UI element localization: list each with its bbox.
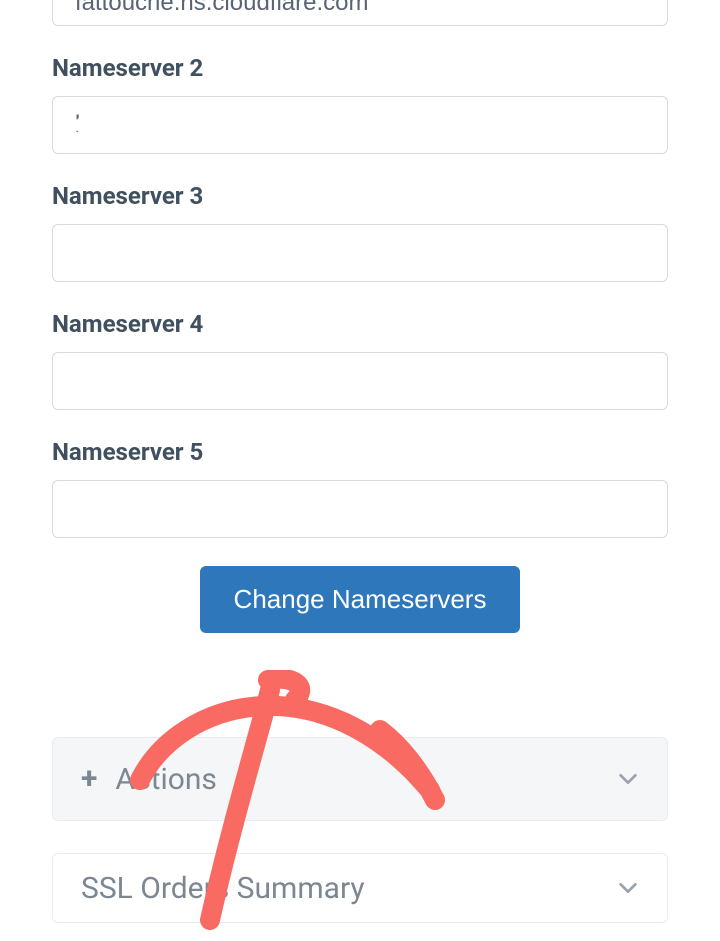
nameserver-5-label: Nameserver 5 (52, 438, 668, 466)
ssl-orders-panel-header[interactable]: SSL Orders Summary (53, 854, 667, 922)
plus-icon: + (81, 764, 97, 794)
ssl-orders-panel-title: SSL Orders Summary (81, 871, 617, 906)
nameserver-5-input[interactable] (52, 480, 668, 538)
nameserver-1-input[interactable] (52, 0, 668, 26)
nameserver-3-input[interactable] (52, 224, 668, 282)
nameserver-1-group (52, 0, 668, 26)
chevron-down-icon (617, 768, 639, 790)
nameserver-4-group: Nameserver 4 (52, 310, 668, 410)
nameserver-4-input[interactable] (52, 352, 668, 410)
actions-panel-header[interactable]: + Actions (53, 738, 667, 820)
nameserver-2-group: Nameserver 2 (52, 54, 668, 154)
nameserver-2-input[interactable] (52, 96, 668, 154)
nameserver-5-group: Nameserver 5 (52, 438, 668, 538)
chevron-down-icon (617, 877, 639, 899)
actions-panel: + Actions (52, 737, 668, 821)
nameserver-2-label: Nameserver 2 (52, 54, 668, 82)
nameserver-3-label: Nameserver 3 (52, 182, 668, 210)
ssl-orders-panel: SSL Orders Summary (52, 853, 668, 923)
nameserver-4-label: Nameserver 4 (52, 310, 668, 338)
actions-panel-title: Actions (115, 762, 617, 797)
change-nameservers-button[interactable]: Change Nameservers (200, 566, 521, 633)
nameserver-3-group: Nameserver 3 (52, 182, 668, 282)
